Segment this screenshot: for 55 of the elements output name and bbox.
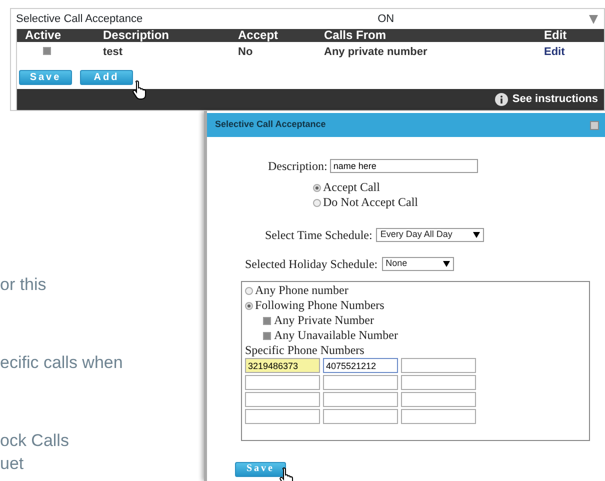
checkbox[interactable] [263, 316, 271, 324]
section-label: Specific Phone Numbers [245, 343, 364, 357]
radio-button[interactable] [245, 286, 253, 294]
hand-cursor-icon [132, 80, 148, 100]
phone-number-field[interactable] [401, 358, 476, 373]
status-text: ON [378, 12, 394, 27]
phone-number-field[interactable]: 4075521212 [323, 358, 398, 373]
body-text: uet [0, 455, 24, 472]
table-cell-text: No [238, 44, 254, 60]
phone-number-field[interactable] [323, 375, 398, 390]
option-label: Accept Call [323, 180, 380, 195]
field-label: Description: [268, 158, 328, 175]
radio-button[interactable] [313, 184, 321, 192]
column-header: Active [25, 29, 62, 42]
phone-number-field[interactable] [245, 375, 320, 390]
phone-number-field[interactable] [323, 392, 398, 407]
column-header: Calls From [324, 29, 388, 42]
schedule-dropdown[interactable]: None [382, 257, 454, 271]
radio-button[interactable] [313, 198, 321, 206]
option-label: Following Phone Numbers [255, 298, 384, 313]
phone-number-field[interactable] [323, 409, 398, 424]
checkbox[interactable] [263, 332, 271, 340]
panel-title: Selective Call Acceptance [16, 12, 143, 27]
option-label: Any Phone number [255, 283, 348, 298]
close-button[interactable] [590, 120, 599, 130]
body-text: or this [0, 276, 46, 293]
column-header: Description [103, 29, 170, 42]
field-label: Selected Holiday Schedule: [245, 256, 378, 273]
option-label: Any Private Number [274, 313, 374, 328]
column-header: Edit [544, 29, 568, 42]
phone-number-field[interactable] [401, 409, 476, 424]
option-label: Any Unavailable Number [274, 328, 398, 343]
edit-link[interactable]: Edit [544, 44, 565, 60]
dialog-title: Selective Call Acceptance [215, 118, 326, 132]
checkbox[interactable] [43, 46, 51, 55]
radio-button[interactable] [245, 302, 253, 310]
collapse-icon[interactable] [589, 14, 598, 24]
caret-icon [442, 261, 450, 267]
phone-number-field[interactable] [245, 409, 320, 424]
phone-number-field[interactable]: 3219486373 [245, 358, 320, 373]
body-text: ecific calls when [0, 354, 123, 371]
description-field[interactable]: name here [330, 159, 478, 173]
schedule-dropdown[interactable]: Every Day All Day [376, 228, 484, 242]
info-icon [495, 93, 508, 106]
caret-icon [473, 232, 480, 238]
body-text: ock Calls [0, 432, 69, 449]
phone-number-field[interactable] [401, 375, 476, 390]
phone-number-field[interactable] [245, 392, 320, 407]
column-header: Accept [238, 29, 280, 42]
field-label: Select Time Schedule: [265, 227, 372, 244]
option-label: Do Not Accept Call [323, 195, 418, 210]
table-cell-text: test [103, 44, 124, 60]
table-cell-text: Any private number [324, 44, 428, 60]
instructions-link[interactable]: See instructions [512, 91, 598, 108]
phone-number-field[interactable] [401, 392, 476, 407]
